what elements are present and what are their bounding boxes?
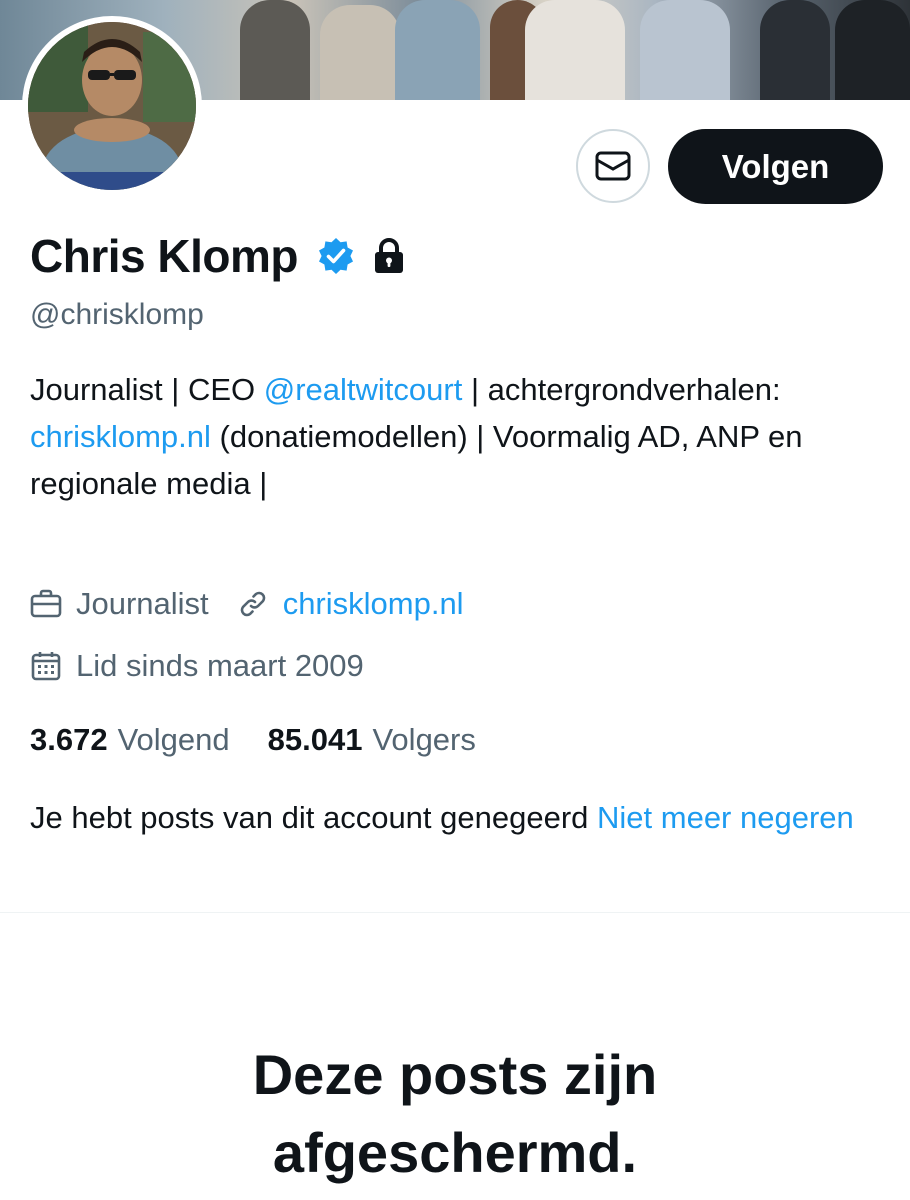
- calendar-icon: [30, 650, 62, 682]
- handle: @chrisklomp: [30, 298, 204, 331]
- unmute-link[interactable]: Niet meer negeren: [597, 800, 854, 835]
- lock-icon: [372, 237, 406, 275]
- profession-label: Journalist: [76, 586, 209, 621]
- verified-badge-icon[interactable]: [316, 236, 356, 276]
- divider: [0, 912, 910, 913]
- envelope-icon: [595, 151, 631, 181]
- joined-row: Lid sinds maart 2009: [30, 644, 364, 688]
- following-label: Volgend: [117, 722, 230, 757]
- banner-figure: [835, 0, 910, 100]
- bio-text: Journalist | CEO: [30, 372, 264, 407]
- banner-figure: [760, 0, 830, 100]
- muted-notice: Je hebt posts van dit account genegeerd …: [30, 794, 880, 841]
- website-link[interactable]: chrisklomp.nl: [283, 586, 464, 622]
- muted-notice-text: Je hebt posts van dit account genegeerd: [30, 800, 598, 835]
- follow-button[interactable]: Volgen: [668, 129, 883, 204]
- following-count: 3.672: [30, 722, 108, 757]
- banner-figure: [320, 5, 400, 100]
- followers-count: 85.041: [267, 722, 363, 757]
- banner-figure: [640, 0, 730, 100]
- followers-link[interactable]: 85.041 Volgers: [268, 722, 476, 758]
- bio: Journalist | CEO @realtwitcourt | achter…: [30, 366, 880, 507]
- follow-counts: 3.672 Volgend 85.041 Volgers: [30, 718, 476, 762]
- followers-label: Volgers: [372, 722, 476, 757]
- banner-figure: [395, 0, 480, 100]
- profile-meta-row: Journalist chrisklomp.nl: [30, 582, 464, 626]
- banner-figure: [240, 0, 310, 100]
- bio-text: | achtergrondverhalen:: [462, 372, 781, 407]
- briefcase-icon: [30, 589, 62, 619]
- banner-figure: [525, 0, 625, 100]
- protected-posts-title: Deze posts zijn afgeschermd.: [252, 1043, 658, 1184]
- bio-website-link[interactable]: chrisklomp.nl: [30, 419, 211, 454]
- display-name: Chris Klomp: [30, 230, 298, 282]
- avatar-image: [28, 22, 196, 190]
- avatar[interactable]: [22, 16, 202, 196]
- message-button[interactable]: [576, 129, 650, 203]
- bio-mention-link[interactable]: @realtwitcourt: [264, 372, 463, 407]
- joined-date: Lid sinds maart 2009: [76, 648, 364, 683]
- following-link[interactable]: 3.672 Volgend: [30, 722, 230, 758]
- link-icon: [237, 588, 269, 620]
- profile-name-row: Chris Klomp: [30, 226, 406, 286]
